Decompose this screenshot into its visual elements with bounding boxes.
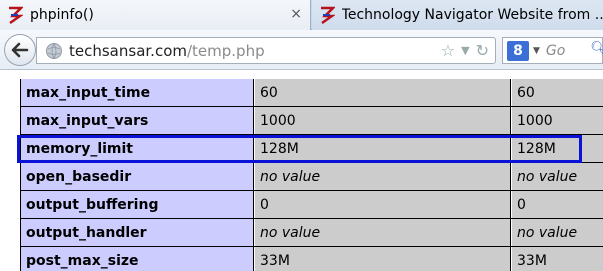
local-value: no value xyxy=(255,219,511,246)
directive-name: max_input_time xyxy=(20,79,254,106)
table-row: output_handler no value no value xyxy=(0,219,603,247)
tab-phpinfo[interactable]: phpinfo() × xyxy=(0,0,311,30)
phpinfo-table: max_input_time 60 60 max_input_vars 1000… xyxy=(0,71,603,271)
search-engine-icon[interactable]: 8 xyxy=(507,40,529,61)
directive-name: output_buffering xyxy=(20,191,254,218)
table-row: output_buffering 0 0 xyxy=(0,191,603,219)
close-tab-icon[interactable]: × xyxy=(290,6,302,22)
back-arrow-icon xyxy=(11,42,29,58)
table-row: max_input_vars 1000 1000 xyxy=(0,107,603,135)
local-value: 0 xyxy=(255,191,511,218)
search-bar[interactable]: 8 ▼ Go 🔍︎ xyxy=(502,37,603,64)
master-value: 1000 xyxy=(512,107,603,134)
local-value: 1000 xyxy=(255,107,511,134)
local-value: 128M xyxy=(255,135,511,162)
directive-name: memory_limit xyxy=(20,135,254,162)
history-dropdown-icon[interactable]: ▼ xyxy=(461,44,469,57)
globe-icon xyxy=(46,42,62,59)
table-row: open_basedir no value no value xyxy=(0,163,603,191)
tab-title: phpinfo() xyxy=(30,7,94,23)
local-value: 60 xyxy=(255,79,511,106)
table-row: memory_limit 128M 128M xyxy=(0,135,603,163)
site-favicon-icon xyxy=(6,6,24,24)
table-row: max_input_time 60 60 xyxy=(0,79,603,107)
master-value: 128M xyxy=(512,135,603,162)
search-input[interactable]: Go xyxy=(546,43,565,59)
directive-name: output_handler xyxy=(20,219,254,246)
directive-name: max_input_vars xyxy=(20,107,254,134)
url-host: techsansar.com xyxy=(69,41,187,60)
master-value: 0 xyxy=(512,191,603,218)
local-value: 33M xyxy=(255,247,511,271)
navigation-bar: techsansar.com /temp.php ☆ ▼ ↻ 8 ▼ Go 🔍︎ xyxy=(0,30,603,70)
master-value: no value xyxy=(512,219,603,246)
search-engine-dropdown-icon[interactable]: ▼ xyxy=(533,46,540,56)
tab-strip: phpinfo() × Technology Navigator Website… xyxy=(0,0,603,30)
bookmark-star-icon[interactable]: ☆ xyxy=(441,41,455,60)
master-value: 60 xyxy=(512,79,603,106)
directive-name: post_max_size xyxy=(20,247,254,271)
back-button[interactable] xyxy=(4,34,36,66)
tab-title: Technology Navigator Website from ... xyxy=(341,7,603,23)
master-value: no value xyxy=(512,163,603,190)
table-row: post_max_size 33M 33M xyxy=(0,247,603,271)
search-magnifier-icon[interactable]: 🔍︎ xyxy=(590,41,603,57)
site-favicon-icon xyxy=(318,6,336,24)
reload-icon[interactable]: ↻ xyxy=(476,41,489,60)
address-bar[interactable]: techsansar.com /temp.php ☆ ▼ ↻ xyxy=(36,37,496,64)
url-path: /temp.php xyxy=(186,41,265,60)
directive-name: open_basedir xyxy=(20,163,254,190)
master-value: 33M xyxy=(512,247,603,271)
local-value: no value xyxy=(255,163,511,190)
tab-technology-navigator[interactable]: Technology Navigator Website from ... xyxy=(312,0,603,30)
